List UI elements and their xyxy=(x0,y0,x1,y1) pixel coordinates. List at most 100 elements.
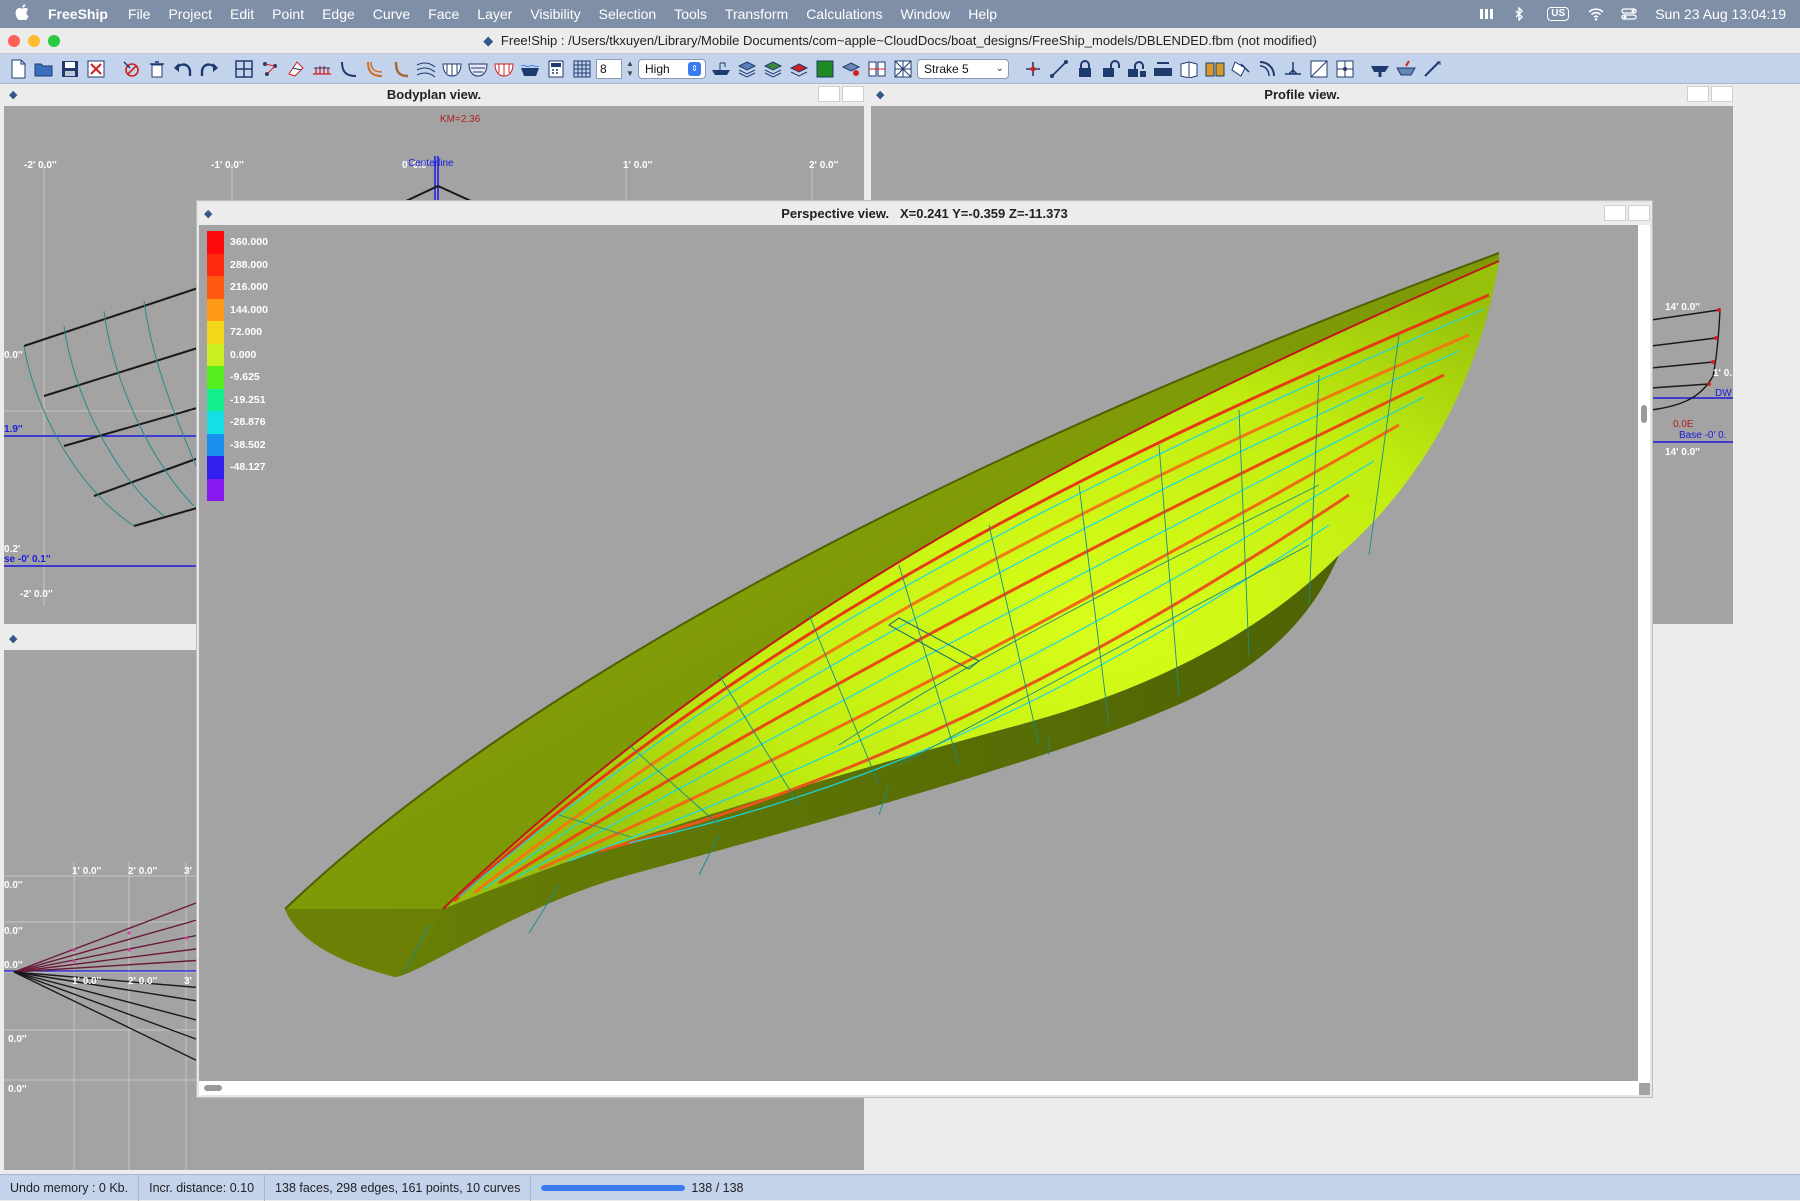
menu-edit[interactable]: Edit xyxy=(230,6,254,22)
app-menu[interactable]: FreeShip xyxy=(48,6,108,22)
new-edge-icon[interactable] xyxy=(1047,57,1070,80)
control-points-icon[interactable] xyxy=(258,57,281,80)
collapse-point-icon[interactable] xyxy=(1151,57,1174,80)
legend-label: -9.625 xyxy=(230,371,260,384)
hull-zebra-icon[interactable] xyxy=(492,57,515,80)
bodyplan-minimize-button[interactable] xyxy=(818,86,840,102)
control-face-icon[interactable] xyxy=(1333,57,1356,80)
input-source-badge[interactable]: US xyxy=(1547,7,1570,21)
legend-swatch xyxy=(207,298,224,321)
layers-icon[interactable] xyxy=(735,57,758,80)
keel-rudder-icon[interactable] xyxy=(1368,57,1391,80)
grid-icon[interactable] xyxy=(570,57,593,80)
subdivision-level-field[interactable]: 8 xyxy=(596,58,622,79)
calculator-icon[interactable] xyxy=(544,57,567,80)
measure-icon[interactable] xyxy=(1420,57,1443,80)
redo-icon[interactable] xyxy=(197,57,220,80)
delete-icon[interactable] xyxy=(145,57,168,80)
save-file-icon[interactable] xyxy=(58,57,81,80)
wifi-icon[interactable] xyxy=(1587,7,1604,21)
insert-plane-icon[interactable] xyxy=(1281,57,1304,80)
undo-icon[interactable] xyxy=(171,57,194,80)
mirror-icon[interactable] xyxy=(891,57,914,80)
menubar-clock[interactable]: Sun 23 Aug 13:04:19 xyxy=(1655,6,1786,22)
lock-point-icon[interactable] xyxy=(1073,57,1096,80)
legend-label: 144.000 xyxy=(230,303,268,316)
stations-icon[interactable] xyxy=(310,57,333,80)
develop-plates-icon[interactable] xyxy=(865,57,888,80)
bluetooth-icon[interactable] xyxy=(1513,6,1529,22)
menu-face[interactable]: Face xyxy=(428,6,459,22)
menu-file[interactable]: File xyxy=(128,6,151,22)
deselect-icon[interactable] xyxy=(119,57,142,80)
split-edge-icon[interactable] xyxy=(1307,57,1330,80)
diagonals-icon[interactable] xyxy=(388,57,411,80)
control-center-icon[interactable] xyxy=(1621,7,1637,21)
unlock-point-icon[interactable] xyxy=(1099,57,1122,80)
control-strip-icon[interactable] xyxy=(1479,7,1495,21)
profile-maximize-button[interactable] xyxy=(1711,86,1733,102)
layer-color-icon[interactable] xyxy=(813,57,836,80)
menu-help[interactable]: Help xyxy=(968,6,997,22)
menu-edge[interactable]: Edge xyxy=(322,6,355,22)
close-file-icon[interactable] xyxy=(84,57,107,80)
legend-label: 288.000 xyxy=(230,258,268,271)
perspective-horizontal-scrollbar[interactable] xyxy=(199,1081,1639,1095)
legend-swatch xyxy=(207,411,224,434)
perspective-view[interactable]: ◆ Perspective view. X=0.241 Y=-0.359 Z=-… xyxy=(197,201,1652,1097)
perspective-canvas[interactable]: 360.000 288.000 216.000 144.000 72.000 0.000 -… xyxy=(199,225,1639,1083)
menu-visibility[interactable]: Visibility xyxy=(530,6,580,22)
menu-window[interactable]: Window xyxy=(900,6,950,22)
subdivision-stepper[interactable]: ▲ ▼ xyxy=(625,59,635,79)
plan-tick: 1' 0.0'' xyxy=(72,976,101,987)
profile-tick: 14' 0.0'' xyxy=(1665,302,1700,313)
fairing-icon[interactable] xyxy=(1255,57,1278,80)
book-icon[interactable] xyxy=(1203,57,1226,80)
perspective-vertical-scrollbar[interactable] xyxy=(1638,225,1650,1083)
curvature-legend: 360.000 288.000 216.000 144.000 72.000 0.000 -… xyxy=(207,231,268,501)
ship-icon[interactable] xyxy=(709,57,732,80)
hydrostatics-icon[interactable] xyxy=(518,57,541,80)
hull-shaded-icon[interactable] xyxy=(440,57,463,80)
strake-select[interactable]: Strake 5 ⌄ xyxy=(917,58,1009,79)
apple-menu-icon[interactable] xyxy=(14,3,30,25)
buttocks-icon[interactable] xyxy=(336,57,359,80)
perspective-maximize-button[interactable] xyxy=(1628,205,1650,221)
view-pin-icon[interactable]: ◆ xyxy=(9,84,17,106)
new-file-icon[interactable] xyxy=(6,57,29,80)
layer-properties-icon[interactable] xyxy=(839,57,862,80)
menu-transform[interactable]: Transform xyxy=(725,6,788,22)
menu-layer[interactable]: Layer xyxy=(477,6,512,22)
waterlines-icon[interactable] xyxy=(362,57,385,80)
view-pin-icon[interactable]: ◆ xyxy=(204,203,212,225)
layer-active-icon[interactable] xyxy=(787,57,810,80)
precision-select[interactable]: High ⇕ xyxy=(638,58,706,79)
profile-dwl-label: DW xyxy=(1715,388,1732,399)
view-pin-icon[interactable]: ◆ xyxy=(9,628,17,650)
extrude-icon[interactable] xyxy=(1177,57,1200,80)
window-title: Free!Ship : /Users/tkxuyen/Library/Mobil… xyxy=(500,32,1317,48)
perspective-minimize-button[interactable] xyxy=(1604,205,1626,221)
hull-curvature-icon[interactable] xyxy=(466,57,489,80)
vertical-scroll-thumb[interactable] xyxy=(1641,405,1647,423)
menu-project[interactable]: Project xyxy=(168,6,212,22)
unlock-all-icon[interactable] xyxy=(1125,57,1148,80)
interior-edges-icon[interactable] xyxy=(284,57,307,80)
menu-curve[interactable]: Curve xyxy=(373,6,410,22)
bodyplan-maximize-button[interactable] xyxy=(842,86,864,102)
horizontal-scroll-thumb[interactable] xyxy=(204,1085,222,1091)
menu-tools[interactable]: Tools xyxy=(674,6,707,22)
legend-row: 144.000 xyxy=(207,298,268,321)
view-pin-icon[interactable]: ◆ xyxy=(876,84,884,106)
menu-point[interactable]: Point xyxy=(272,6,304,22)
control-net-icon[interactable] xyxy=(232,57,255,80)
intersect-curve-icon[interactable] xyxy=(1229,57,1252,80)
profile-minimize-button[interactable] xyxy=(1687,86,1709,102)
menu-selection[interactable]: Selection xyxy=(599,6,657,22)
flowlines-icon[interactable] xyxy=(414,57,437,80)
open-file-icon[interactable] xyxy=(32,57,55,80)
layers-stack-icon[interactable] xyxy=(761,57,784,80)
menu-calculations[interactable]: Calculations xyxy=(806,6,882,22)
import-hull-icon[interactable] xyxy=(1394,57,1417,80)
add-point-icon[interactable] xyxy=(1021,57,1044,80)
